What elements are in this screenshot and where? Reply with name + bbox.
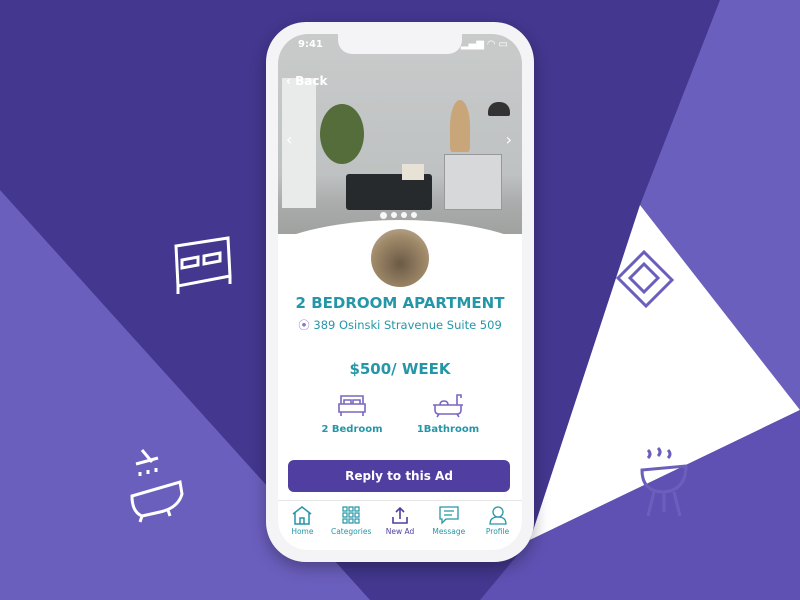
- next-image-arrow-icon[interactable]: ›: [506, 130, 512, 149]
- feature-label: 2 Bedroom: [321, 424, 383, 435]
- nav-profile[interactable]: Profile: [475, 505, 521, 550]
- listing-title: 2 BEDROOM APARTMENT: [295, 294, 505, 312]
- status-bar: 9:41 ▂▄▆ ◠ ▭: [298, 39, 508, 50]
- home-icon: [292, 506, 312, 525]
- nav-home[interactable]: Home: [279, 505, 325, 550]
- phone-frame: 9:41 ▂▄▆ ◠ ▭ ‹ Back ‹ › 2 BEDROOM APARTM…: [266, 22, 534, 562]
- grid-icon: [342, 506, 360, 524]
- avatar: [368, 226, 432, 290]
- nav-new-ad[interactable]: New Ad: [377, 505, 423, 550]
- feature-bathrooms: 1Bathroom: [408, 392, 488, 435]
- nav-label: Categories: [330, 527, 372, 536]
- profile-icon: [488, 506, 507, 525]
- nav-label: Profile: [485, 527, 510, 536]
- upload-icon: [392, 506, 408, 524]
- bottom-nav: Home Categories New Ad Message Profile: [278, 500, 522, 550]
- chevron-left-icon: ‹: [286, 74, 296, 88]
- feature-label: 1Bathroom: [416, 424, 480, 435]
- back-button[interactable]: ‹ Back: [286, 74, 327, 88]
- listing-price: $500/ WEEK: [349, 360, 451, 378]
- location-pin-icon: ⦿: [298, 318, 314, 332]
- message-icon: [439, 506, 459, 525]
- status-time: 9:41: [298, 39, 323, 50]
- ticket-decor-icon: [615, 249, 675, 309]
- apartment-photo[interactable]: [278, 34, 522, 340]
- nav-message[interactable]: Message: [426, 505, 472, 550]
- grill-decor-icon: [640, 446, 688, 517]
- screen: 9:41 ▂▄▆ ◠ ▭ ‹ Back ‹ › 2 BEDROOM APARTM…: [278, 34, 522, 550]
- nav-label: Message: [432, 527, 466, 536]
- feature-bedrooms: 2 Bedroom: [312, 392, 392, 435]
- bed-icon: [338, 395, 366, 416]
- back-label: Back: [295, 74, 328, 88]
- address-text: 389 Osinski Stravenue Suite 509: [313, 318, 502, 332]
- prev-image-arrow-icon[interactable]: ‹: [286, 130, 292, 149]
- listing-address: ⦿ 389 Osinski Stravenue Suite 509: [278, 317, 522, 333]
- shower-decor-icon: [130, 449, 184, 523]
- nav-categories[interactable]: Categories: [328, 505, 374, 550]
- status-icons: ▂▄▆ ◠ ▭: [460, 39, 508, 50]
- nav-label: Home: [291, 527, 314, 536]
- carousel-dots[interactable]: [380, 212, 417, 219]
- bed-decor-icon: [174, 236, 232, 294]
- nav-label: New Ad: [385, 527, 415, 536]
- reply-button[interactable]: Reply to this Ad: [288, 460, 510, 492]
- bathtub-icon: [433, 394, 463, 418]
